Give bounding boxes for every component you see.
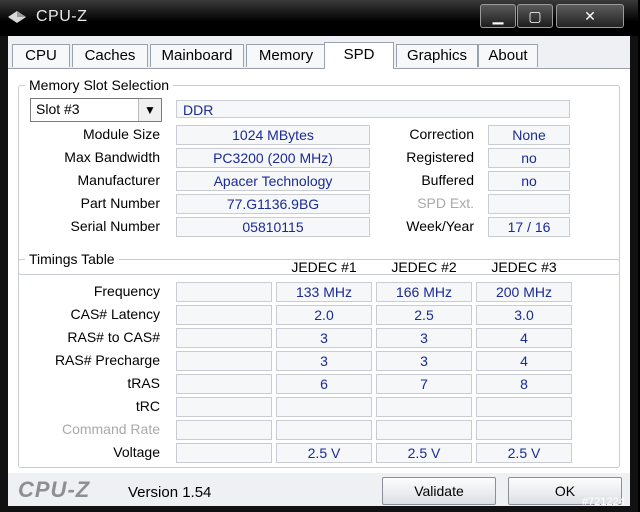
timing-row-label: tRC [135, 398, 160, 414]
timing-cell: 2.5 [376, 305, 472, 325]
manufacturer-value: Apacer Technology [176, 171, 370, 191]
timing-cell: 2.5 V [376, 443, 472, 463]
close-button[interactable]: ✕ [556, 4, 624, 28]
module-size-label: Module Size [82, 126, 160, 142]
correction-value: None [488, 125, 570, 145]
buffered-value: no [488, 171, 570, 191]
tab-bar: CPU Caches Mainboard Memory SPD Graphics… [8, 42, 630, 69]
maximize-button[interactable]: ▢ [517, 4, 553, 28]
timing-cell: 7 [376, 374, 472, 394]
registered-label: Registered [406, 149, 474, 165]
timing-row-label: tRAS [127, 375, 160, 391]
timing-cell: 2.5 V [276, 443, 372, 463]
timing-row-spacer [176, 328, 272, 348]
timing-row-label: Voltage [113, 444, 160, 460]
timing-cell: 3 [376, 328, 472, 348]
max-bandwidth-value: PC3200 (200 MHz) [176, 148, 370, 168]
timing-row-label: RAS# Precharge [54, 352, 160, 368]
timing-cell [276, 420, 372, 440]
version-text: Version 1.54 [128, 484, 212, 501]
timing-cell: 200 MHz [476, 282, 572, 302]
cpuz-window: CPU-Z ▁ ▢ ✕ CPU Caches Mainboard Memory … [0, 0, 638, 512]
timing-row-spacer [176, 351, 272, 371]
tab-spd[interactable]: SPD [324, 42, 394, 69]
timing-row-spacer [176, 305, 272, 325]
buffered-label: Buffered [421, 172, 474, 188]
serial-number-value: 05810115 [176, 217, 370, 237]
title-bar[interactable]: CPU-Z ▁ ▢ ✕ [0, 0, 638, 36]
serial-number-label: Serial Number [70, 218, 160, 234]
week-year-value: 17 / 16 [488, 217, 570, 237]
minimize-icon: ▁ [492, 8, 504, 24]
client-area: CPU Caches Mainboard Memory SPD Graphics… [8, 36, 630, 506]
slot-select[interactable]: Slot #3 ▼ [30, 98, 162, 122]
timing-cell: 2.0 [276, 305, 372, 325]
spd-panel: Memory Slot Selection Slot #3 ▼ DDR Modu… [8, 68, 630, 474]
spd-ext-value [488, 194, 570, 214]
memory-type-field: DDR [176, 100, 570, 118]
window-title: CPU-Z [36, 8, 88, 25]
tab-about[interactable]: About [478, 44, 538, 67]
tab-caches[interactable]: Caches [72, 44, 148, 67]
timing-row-spacer [176, 420, 272, 440]
timing-cell: 4 [476, 351, 572, 371]
module-size-value: 1024 MBytes [176, 125, 370, 145]
timing-cell [476, 397, 572, 417]
timing-cell: 8 [476, 374, 572, 394]
cpu-z-app-icon [8, 11, 26, 23]
column-header-jedec1: JEDEC #1 [291, 259, 357, 275]
timing-cell: 6 [276, 374, 372, 394]
column-header-jedec2: JEDEC #2 [391, 259, 457, 275]
timing-row-spacer [176, 397, 272, 417]
part-number-value: 77.G1136.9BG [176, 194, 370, 214]
part-number-label: Part Number [80, 195, 160, 211]
max-bandwidth-label: Max Bandwidth [64, 149, 160, 165]
correction-label: Correction [409, 126, 474, 142]
timings-legend: Timings Table [29, 251, 115, 267]
cpu-z-logo: CPU-Z [18, 477, 91, 502]
timing-cell: 3.0 [476, 305, 572, 325]
manufacturer-label: Manufacturer [77, 172, 160, 188]
tab-mainboard[interactable]: Mainboard [150, 44, 244, 67]
timing-cell: 3 [276, 328, 372, 348]
chevron-down-icon[interactable]: ▼ [138, 99, 161, 121]
minimize-button[interactable]: ▁ [480, 4, 516, 28]
timing-row-label: RAS# to CAS# [67, 329, 160, 345]
status-bar: CPU-Z Version 1.54 Validate OK [8, 473, 630, 506]
timing-cell [276, 397, 372, 417]
column-header-jedec3: JEDEC #3 [491, 259, 557, 275]
spd-ext-label: SPD Ext. [417, 195, 474, 211]
timing-cell: 133 MHz [276, 282, 372, 302]
timing-row-spacer [176, 443, 272, 463]
close-icon: ✕ [584, 8, 596, 24]
registered-value: no [488, 148, 570, 168]
timing-cell: 3 [376, 351, 472, 371]
timing-row-label: Frequency [93, 283, 160, 299]
timing-row-label: CAS# Latency [70, 306, 161, 322]
timing-cell [376, 397, 472, 417]
week-year-label: Week/Year [406, 218, 474, 234]
maximize-icon: ▢ [528, 8, 542, 24]
timing-cell [476, 420, 572, 440]
validate-button[interactable]: Validate [382, 477, 496, 505]
timing-row-spacer [176, 282, 272, 302]
slot-select-value: Slot #3 [36, 101, 80, 117]
timing-cell: 2.5 V [476, 443, 572, 463]
tab-memory[interactable]: Memory [246, 44, 326, 67]
tab-cpu[interactable]: CPU [12, 44, 70, 67]
timing-cell: 4 [476, 328, 572, 348]
memory-slot-legend: Memory Slot Selection [29, 77, 170, 93]
timing-row-spacer [176, 374, 272, 394]
timing-cell: 3 [276, 351, 372, 371]
timing-row-label: Command Rate [61, 421, 160, 437]
timing-cell: 166 MHz [376, 282, 472, 302]
watermark: #721224 [582, 496, 625, 508]
tab-graphics[interactable]: Graphics [396, 44, 478, 67]
timing-cell [376, 420, 472, 440]
